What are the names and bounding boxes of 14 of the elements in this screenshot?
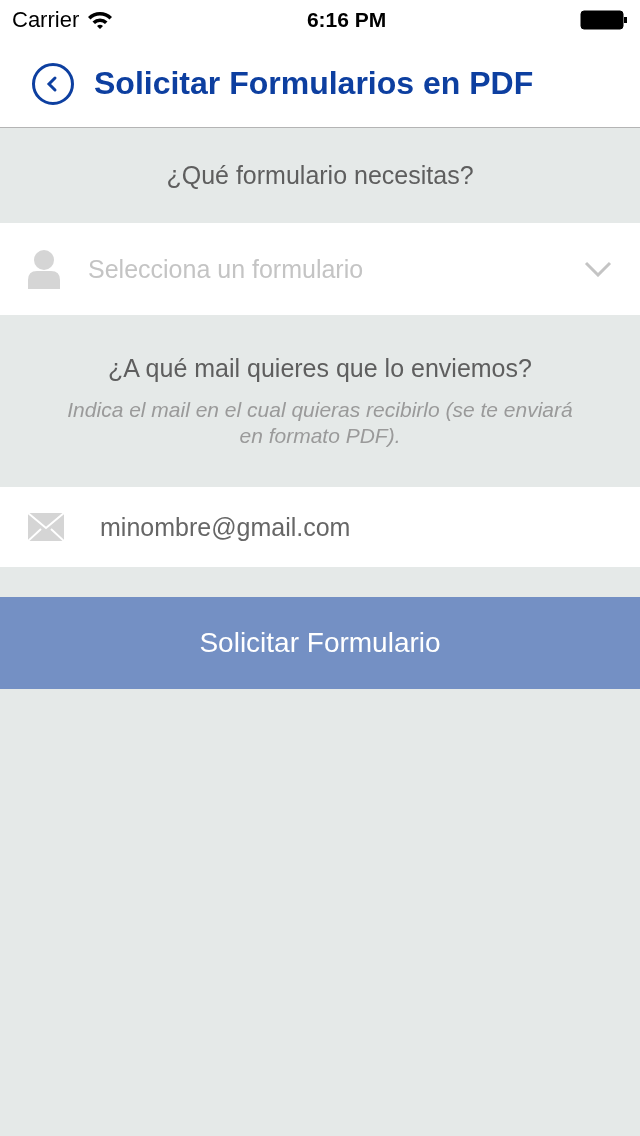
section-title: ¿Qué formulario necesitas? xyxy=(166,161,474,190)
battery-icon xyxy=(580,10,628,30)
back-button[interactable] xyxy=(32,62,74,105)
page-title: Solicitar Formularios en PDF xyxy=(94,65,534,102)
person-icon xyxy=(28,249,60,289)
section-title: ¿A qué mail quieres que lo enviemos? xyxy=(108,353,532,383)
clock-time: 6:16 PM xyxy=(306,8,387,32)
carrier-label: Carrier xyxy=(12,7,80,33)
chevron-down-icon xyxy=(584,261,612,277)
hint-text: Indica el mail en el cual quieras recibirlo (se te enviará en formato PDF). xyxy=(66,396,574,449)
envelope-icon xyxy=(28,513,64,541)
wifi-icon xyxy=(87,10,114,30)
email-field[interactable]: minombre@gmail.com xyxy=(0,487,640,567)
submit-button[interactable]: Solicitar Formulario xyxy=(0,597,640,689)
